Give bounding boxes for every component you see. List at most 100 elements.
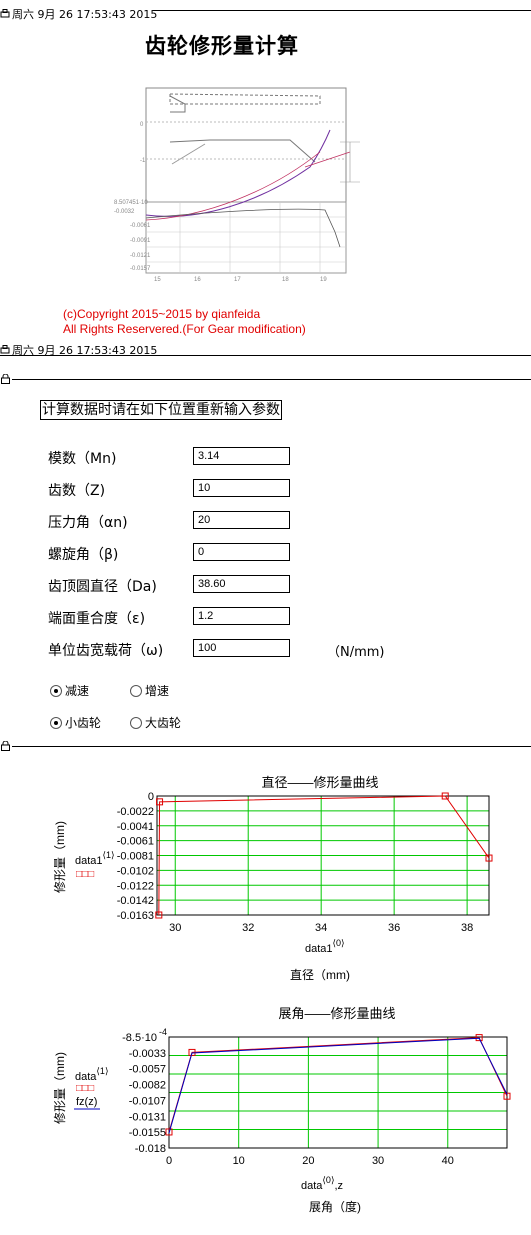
field-label-unit-load: 单位齿宽载荷（ω) bbox=[48, 643, 164, 659]
x-axis-label: 直径（mm) bbox=[290, 968, 350, 982]
svg-text:-1: -1 bbox=[140, 158, 146, 164]
y-tick-label: -0.0033 bbox=[129, 1048, 166, 1060]
printer-icon bbox=[0, 345, 10, 354]
y-tick-label: -0.0163 bbox=[117, 910, 154, 922]
y-tick-label: -0.0082 bbox=[129, 1080, 166, 1092]
y-tick-label: -8.5·10 bbox=[122, 1032, 157, 1044]
y-axis-label: 修形量（mm) bbox=[52, 1052, 67, 1124]
divider bbox=[153, 10, 531, 11]
svg-text:-0.0061: -0.0061 bbox=[130, 223, 151, 229]
svg-text:-0.0121: -0.0121 bbox=[130, 253, 151, 259]
y-axis-label: 修形量（mm) bbox=[52, 821, 67, 893]
svg-text:17: 17 bbox=[234, 277, 241, 283]
radio-label: 减速 bbox=[65, 684, 90, 698]
copyright-line2: All Rights Reservered.(For Gear modifica… bbox=[63, 322, 306, 336]
svg-text:18: 18 bbox=[282, 277, 289, 283]
y-tick-label: -0.0061 bbox=[117, 836, 154, 848]
x-axis-var: data1⟨0⟩ bbox=[305, 938, 345, 955]
radio-unchecked-icon[interactable] bbox=[130, 684, 142, 697]
angle-modification-chart: 展角——修形量曲线 修形量（mm) data⟨1⟩ □□□ fz(z) data… bbox=[52, 1006, 511, 1214]
y-tick-label: -0.0142 bbox=[117, 895, 154, 907]
radio-gear[interactable]: 大齿轮 bbox=[130, 714, 181, 731]
svg-text:19: 19 bbox=[320, 277, 327, 283]
legend-series-name: fz(z) bbox=[76, 1096, 97, 1108]
x-tick-label: 30 bbox=[372, 1155, 384, 1167]
radio-label: 增速 bbox=[145, 684, 170, 698]
field-label-teeth: 齿数（Z) bbox=[48, 483, 106, 499]
radio-unchecked-icon[interactable] bbox=[130, 716, 142, 729]
field-label-module: 模数（Mn) bbox=[48, 451, 117, 467]
field-label-helix-angle: 螺旋角（β) bbox=[48, 547, 119, 563]
series-line-fzz bbox=[168, 1037, 508, 1134]
x-tick-label: 40 bbox=[442, 1155, 454, 1167]
svg-text:-0.0157: -0.0157 bbox=[130, 266, 151, 272]
x-tick-label: 36 bbox=[388, 922, 400, 934]
region-lock-row bbox=[0, 374, 531, 386]
region-lock-row bbox=[0, 741, 531, 753]
legend-marker: □□□ bbox=[76, 1083, 94, 1094]
region-divider bbox=[12, 746, 531, 747]
radio-reduction[interactable]: 减速 bbox=[50, 682, 89, 699]
contact-ratio-input[interactable]: 1.2 bbox=[193, 607, 290, 625]
y-tick-label: -0.0022 bbox=[117, 806, 154, 818]
svg-text:-0.0032: -0.0032 bbox=[114, 209, 135, 215]
chart-title: 展角——修形量曲线 bbox=[278, 1006, 395, 1021]
lock-icon[interactable] bbox=[1, 374, 10, 384]
radio-checked-icon[interactable] bbox=[50, 684, 62, 697]
svg-text:15: 15 bbox=[154, 277, 161, 283]
field-label-contact-ratio: 端面重合度（ε) bbox=[48, 611, 146, 627]
instruction-text: 计算数据时请在如下位置重新输入参数 bbox=[40, 400, 282, 420]
teeth-input[interactable]: 10 bbox=[193, 479, 290, 497]
svg-text:-0.0091: -0.0091 bbox=[130, 238, 151, 244]
page-title: 齿轮修形量计算 bbox=[145, 34, 299, 58]
field-label-tip-diameter: 齿顶圆直径（Da) bbox=[48, 579, 157, 595]
x-tick-label: 0 bbox=[166, 1155, 172, 1167]
chart-title: 直径——修形量曲线 bbox=[261, 775, 378, 790]
y-tick-label: -0.0155 bbox=[129, 1127, 166, 1139]
x-tick-label: 10 bbox=[233, 1155, 245, 1167]
legend-marker: □□□ bbox=[76, 869, 94, 880]
radio-label: 大齿轮 bbox=[145, 716, 182, 730]
printer-icon bbox=[0, 9, 10, 18]
gear-diagram-image: 8.507451·10 -0.0032 -0.0061 -0.0091 -0.012… bbox=[114, 87, 360, 283]
unit-load-input[interactable]: 100 bbox=[193, 639, 290, 657]
tip-diameter-input[interactable]: 38.60 bbox=[193, 575, 290, 593]
copyright-line1: (c)Copyright 2015~2015 by qianfeida bbox=[63, 307, 261, 321]
svg-text:16: 16 bbox=[194, 277, 201, 283]
field-label-pressure-angle: 压力角（αn) bbox=[48, 515, 128, 531]
legend-series-name: data1⟨1⟩ bbox=[75, 850, 115, 867]
legend-series-name: data⟨1⟩ bbox=[75, 1066, 108, 1083]
y-tick-label: 0 bbox=[148, 791, 154, 803]
x-tick-label: 30 bbox=[169, 922, 181, 934]
y-tick-label: -0.0122 bbox=[117, 880, 154, 892]
svg-text:8.507451·10: 8.507451·10 bbox=[114, 200, 148, 206]
y-tick-exponent: -4 bbox=[159, 1027, 167, 1037]
y-tick-label: -0.0041 bbox=[117, 821, 154, 833]
x-tick-label: 20 bbox=[302, 1155, 314, 1167]
x-tick-label: 38 bbox=[461, 922, 473, 934]
y-tick-label: -0.0081 bbox=[117, 851, 154, 863]
radio-pinion[interactable]: 小齿轮 bbox=[50, 714, 101, 731]
pressure-angle-input[interactable]: 20 bbox=[193, 511, 290, 529]
x-tick-label: 32 bbox=[242, 922, 254, 934]
radio-increase[interactable]: 增速 bbox=[130, 682, 169, 699]
x-axis-label: 展角（度) bbox=[309, 1199, 361, 1214]
y-tick-label: -0.0102 bbox=[117, 865, 154, 877]
radio-label: 小齿轮 bbox=[65, 716, 102, 730]
svg-text:0: 0 bbox=[140, 122, 144, 128]
region-divider bbox=[12, 379, 531, 380]
y-tick-label: -0.0107 bbox=[129, 1095, 166, 1107]
lock-icon[interactable] bbox=[1, 741, 10, 751]
radio-checked-icon[interactable] bbox=[50, 716, 62, 729]
helix-angle-input[interactable]: 0 bbox=[193, 543, 290, 561]
diameter-modification-chart: 直径——修形量曲线 修形量（mm) data1⟨1⟩ □□□ data1⟨0⟩ … bbox=[52, 775, 493, 982]
timestamp-header: 周六 9月 26 17:53:43 2015 bbox=[0, 8, 157, 22]
y-tick-label: -0.0057 bbox=[129, 1064, 166, 1076]
y-tick-label: -0.0131 bbox=[129, 1111, 166, 1123]
divider bbox=[0, 355, 531, 356]
x-tick-label: 34 bbox=[315, 922, 327, 934]
y-tick-label: -0.018 bbox=[135, 1143, 166, 1155]
module-input[interactable]: 3.14 bbox=[193, 447, 290, 465]
x-axis-var: data⟨0⟩,z bbox=[301, 1175, 343, 1192]
load-unit-label: （N/mm) bbox=[327, 645, 385, 660]
